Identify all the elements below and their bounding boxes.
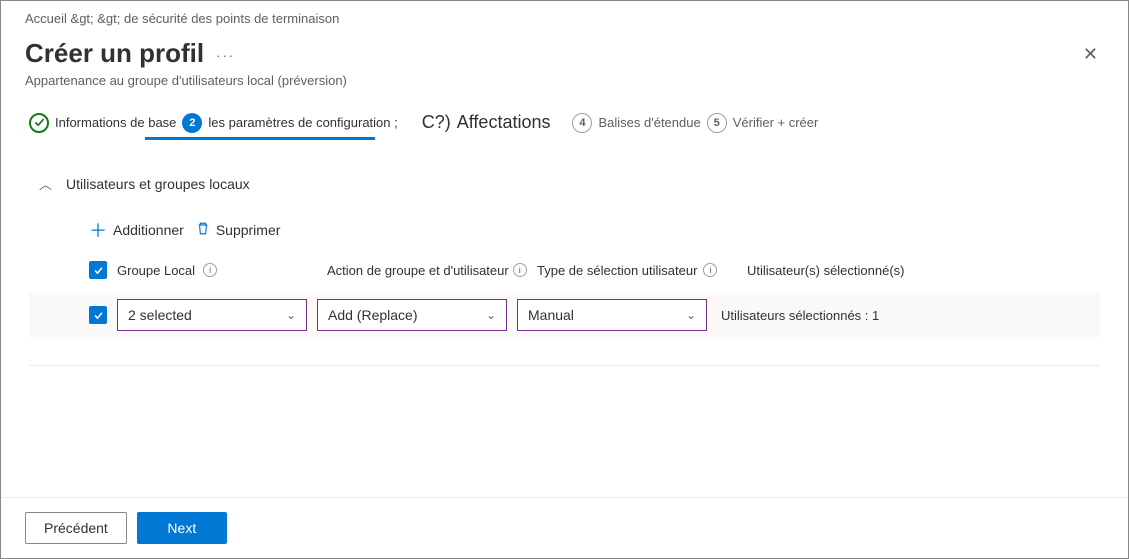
info-icon[interactable]: i [513, 263, 527, 277]
local-group-dropdown[interactable]: 2 selected ⌄ [117, 299, 307, 331]
step-3-label[interactable]: Affectations [457, 112, 551, 133]
step-3-num: C?) [422, 112, 451, 133]
step-2-label[interactable]: les paramètres de configuration ; [208, 115, 397, 130]
delete-button[interactable]: Supprimer [196, 221, 281, 240]
select-all-checkbox[interactable] [89, 261, 107, 279]
step-4-icon: 4 [572, 113, 592, 133]
delete-label: Supprimer [216, 222, 281, 238]
info-icon[interactable]: i [703, 263, 717, 277]
col-users: Utilisateur(s) sélectionné(s) [747, 263, 905, 278]
action-dropdown[interactable]: Add (Replace) ⌄ [317, 299, 507, 331]
col-local-group: Groupe Local [117, 263, 195, 278]
add-button[interactable]: ＋ Additionner [89, 217, 184, 243]
table-row: 2 selected ⌄ Add (Replace) ⌄ Manual ⌄ Ut… [29, 293, 1100, 337]
step-2-icon: 2 [182, 113, 202, 133]
footer: Précédent Next [1, 497, 1128, 558]
step-5-icon: 5 [707, 113, 727, 133]
type-dropdown[interactable]: Manual ⌄ [517, 299, 707, 331]
selected-users-text: Utilisateurs sélectionnés : 1 [717, 308, 1100, 323]
step-1-check-icon [29, 113, 49, 133]
breadcrumb[interactable]: Accueil &gt; &gt; de sécurité des points… [1, 1, 1128, 30]
active-step-underline [145, 137, 375, 140]
col-action: Action de groupe et d'utilisateur [327, 263, 509, 278]
chevron-down-icon: ⌄ [686, 308, 696, 322]
more-actions[interactable]: ··· [216, 48, 235, 63]
chevron-down-icon: ⌄ [286, 308, 296, 322]
wizard-stepper: Informations de base 2 les paramètres de… [29, 112, 1100, 133]
type-value: Manual [528, 307, 574, 323]
chevron-up-icon: ︿ [39, 174, 52, 193]
previous-button[interactable]: Précédent [25, 512, 127, 544]
action-value: Add (Replace) [328, 307, 418, 323]
section-toggle[interactable]: ︿ Utilisateurs et groupes locaux [29, 168, 1100, 217]
trash-icon [196, 221, 210, 240]
local-group-value: 2 selected [128, 307, 192, 323]
info-icon[interactable]: i [203, 263, 217, 277]
plus-icon: ＋ [89, 217, 107, 243]
next-button[interactable]: Next [137, 512, 227, 544]
chevron-down-icon: ⌄ [486, 308, 496, 322]
step-1-label[interactable]: Informations de base [55, 115, 176, 130]
step-5-label[interactable]: Vérifier + créer [733, 115, 819, 130]
page-title: Créer un profil [25, 38, 204, 69]
step-4-label[interactable]: Balises d'étendue [598, 115, 700, 130]
column-headers: Groupe Local i Action de groupe et d'uti… [29, 261, 1100, 279]
row-checkbox[interactable] [89, 306, 107, 324]
section-title: Utilisateurs et groupes locaux [66, 176, 250, 192]
close-icon[interactable]: ✕ [1077, 38, 1104, 71]
col-type: Type de sélection utilisateur [537, 263, 697, 278]
divider [29, 365, 1100, 366]
page-subtitle: Appartenance au groupe d'utilisateurs lo… [1, 71, 1128, 112]
add-label: Additionner [113, 222, 184, 238]
